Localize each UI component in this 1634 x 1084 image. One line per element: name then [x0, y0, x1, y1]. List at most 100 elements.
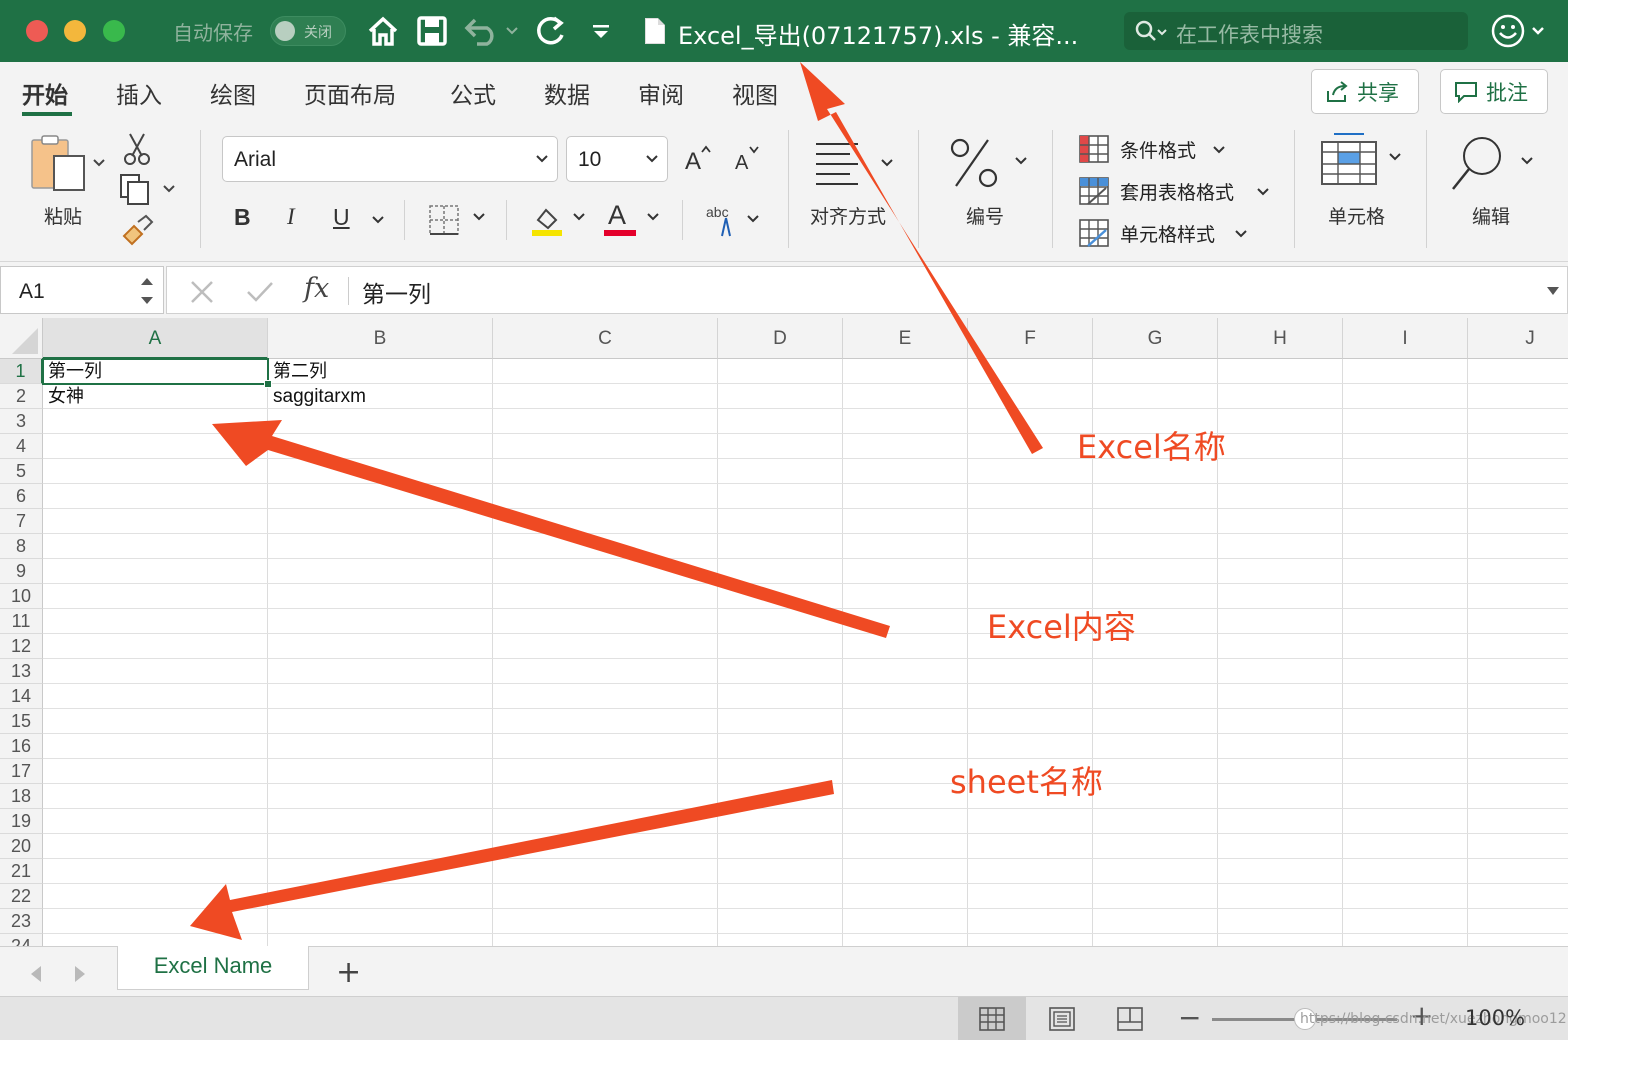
- chevron-down-icon[interactable]: [370, 212, 386, 228]
- font-color-button[interactable]: A: [604, 200, 664, 242]
- undo-icon[interactable]: [462, 12, 522, 50]
- row-header-22[interactable]: 22: [0, 884, 43, 909]
- comments-button[interactable]: 批注: [1440, 69, 1548, 114]
- row-header-20[interactable]: 20: [0, 834, 43, 859]
- format-as-table-button[interactable]: 套用表格格式: [1078, 176, 1278, 208]
- bold-button[interactable]: B: [234, 204, 251, 231]
- cell-b1[interactable]: 第二列: [268, 359, 493, 384]
- customize-toolbar-icon[interactable]: [588, 12, 614, 50]
- tab-page-layout[interactable]: 页面布局: [304, 76, 396, 110]
- scroll-sheets-left-icon[interactable]: [26, 963, 46, 985]
- tab-view[interactable]: 视图: [732, 76, 778, 110]
- row-header-16[interactable]: 16: [0, 734, 43, 759]
- row-header-14[interactable]: 14: [0, 684, 43, 709]
- row-header-5[interactable]: 5: [0, 459, 43, 484]
- row-header-21[interactable]: 21: [0, 859, 43, 884]
- row-header-13[interactable]: 13: [0, 659, 43, 684]
- column-header-e[interactable]: E: [843, 318, 968, 359]
- row-header-17[interactable]: 17: [0, 759, 43, 784]
- page-break-view-button[interactable]: [1096, 997, 1164, 1040]
- row-header-12[interactable]: 12: [0, 634, 43, 659]
- column-header-a[interactable]: A: [43, 318, 268, 359]
- increase-font-size-icon[interactable]: A: [684, 142, 714, 176]
- zoom-value[interactable]: 100%: [1465, 1006, 1525, 1030]
- row-header-10[interactable]: 10: [0, 584, 43, 609]
- smiley-feedback-icon[interactable]: [1491, 13, 1551, 53]
- format-painter-icon[interactable]: [120, 214, 154, 250]
- column-header-c[interactable]: C: [493, 318, 718, 359]
- column-header-d[interactable]: D: [718, 318, 843, 359]
- save-icon[interactable]: [414, 12, 450, 50]
- row-header-1[interactable]: 1: [0, 359, 43, 384]
- row-header-15[interactable]: 15: [0, 709, 43, 734]
- row-header-7[interactable]: 7: [0, 509, 43, 534]
- share-button[interactable]: 共享: [1311, 69, 1419, 114]
- row-header-2[interactable]: 2: [0, 384, 43, 409]
- cell-styles-button[interactable]: 单元格样式: [1078, 218, 1268, 250]
- sheet-search-input[interactable]: 在工作表中搜索: [1124, 12, 1468, 50]
- font-name-select[interactable]: Arial: [222, 136, 558, 182]
- column-header-f[interactable]: F: [968, 318, 1093, 359]
- copy-icon[interactable]: [118, 172, 180, 210]
- row-header-23[interactable]: 23: [0, 909, 43, 934]
- cells-icon[interactable]: [1320, 132, 1406, 192]
- confirm-check-icon[interactable]: [245, 279, 275, 305]
- formula-input[interactable]: fx 第一列: [166, 266, 1568, 314]
- close-window-button[interactable]: [26, 20, 48, 42]
- cell-b2[interactable]: saggitarxm: [268, 384, 493, 409]
- alignment-icon[interactable]: [812, 140, 900, 190]
- tab-formulas[interactable]: 公式: [450, 76, 496, 110]
- zoom-window-button[interactable]: [103, 20, 125, 42]
- redo-icon[interactable]: [532, 12, 570, 50]
- row-header-18[interactable]: 18: [0, 784, 43, 809]
- row-header-11[interactable]: 11: [0, 609, 43, 634]
- font-size-select[interactable]: 10: [566, 136, 668, 182]
- underline-button[interactable]: U: [333, 204, 350, 231]
- find-icon[interactable]: [1450, 134, 1540, 198]
- italic-button[interactable]: I: [287, 204, 295, 230]
- cell-a2[interactable]: 女神: [43, 384, 268, 409]
- row-header-19[interactable]: 19: [0, 809, 43, 834]
- tab-insert[interactable]: 插入: [116, 76, 162, 110]
- tab-home[interactable]: 开始: [22, 76, 68, 110]
- column-header-j[interactable]: J: [1468, 318, 1568, 359]
- cut-icon[interactable]: [122, 132, 152, 170]
- minimize-window-button[interactable]: [64, 20, 86, 42]
- row-header-3[interactable]: 3: [0, 409, 43, 434]
- tab-review[interactable]: 审阅: [638, 76, 684, 110]
- column-header-b[interactable]: B: [268, 318, 493, 359]
- scroll-sheets-right-icon[interactable]: [70, 963, 90, 985]
- normal-view-button[interactable]: [958, 997, 1026, 1040]
- row-header-9[interactable]: 9: [0, 559, 43, 584]
- row-header-6[interactable]: 6: [0, 484, 43, 509]
- zoom-out-button[interactable]: −: [1178, 1001, 1201, 1034]
- select-all-corner[interactable]: [0, 318, 43, 359]
- sheet-tab-excel-name[interactable]: Excel Name: [117, 946, 309, 990]
- worksheet-grid[interactable]: A B C D E F G H I J 1 2 3 4 5 6 7 8 9 10 11 12 13 14 15 16 17 18 19 2…: [0, 318, 1568, 946]
- insert-function-button[interactable]: fx: [304, 273, 329, 304]
- fill-color-icon[interactable]: [530, 202, 590, 242]
- column-header-i[interactable]: I: [1343, 318, 1468, 359]
- row-header-24[interactable]: 24: [0, 934, 43, 946]
- column-header-h[interactable]: H: [1218, 318, 1343, 359]
- decrease-font-size-icon[interactable]: A: [734, 142, 764, 176]
- expand-formula-icon[interactable]: [1545, 283, 1561, 299]
- paste-icon[interactable]: [30, 134, 110, 198]
- column-header-g[interactable]: G: [1093, 318, 1218, 359]
- tab-data[interactable]: 数据: [544, 76, 590, 110]
- borders-icon[interactable]: [428, 204, 492, 242]
- home-icon[interactable]: [364, 12, 402, 50]
- autosave-toggle[interactable]: 关闭: [270, 16, 346, 46]
- add-sheet-button[interactable]: +: [336, 955, 361, 990]
- row-header-8[interactable]: 8: [0, 534, 43, 559]
- cancel-icon[interactable]: [189, 279, 215, 305]
- name-box[interactable]: A1: [0, 266, 164, 314]
- number-format-icon[interactable]: [948, 136, 1032, 194]
- tab-draw[interactable]: 绘图: [210, 76, 256, 110]
- conditional-formatting-button[interactable]: 条件格式: [1078, 134, 1268, 166]
- row-header-4[interactable]: 4: [0, 434, 43, 459]
- fill-handle[interactable]: [264, 380, 272, 388]
- page-layout-view-button[interactable]: [1028, 997, 1096, 1040]
- name-box-stepper-icon[interactable]: [137, 273, 157, 309]
- wrap-text-button[interactable]: abc: [704, 200, 766, 244]
